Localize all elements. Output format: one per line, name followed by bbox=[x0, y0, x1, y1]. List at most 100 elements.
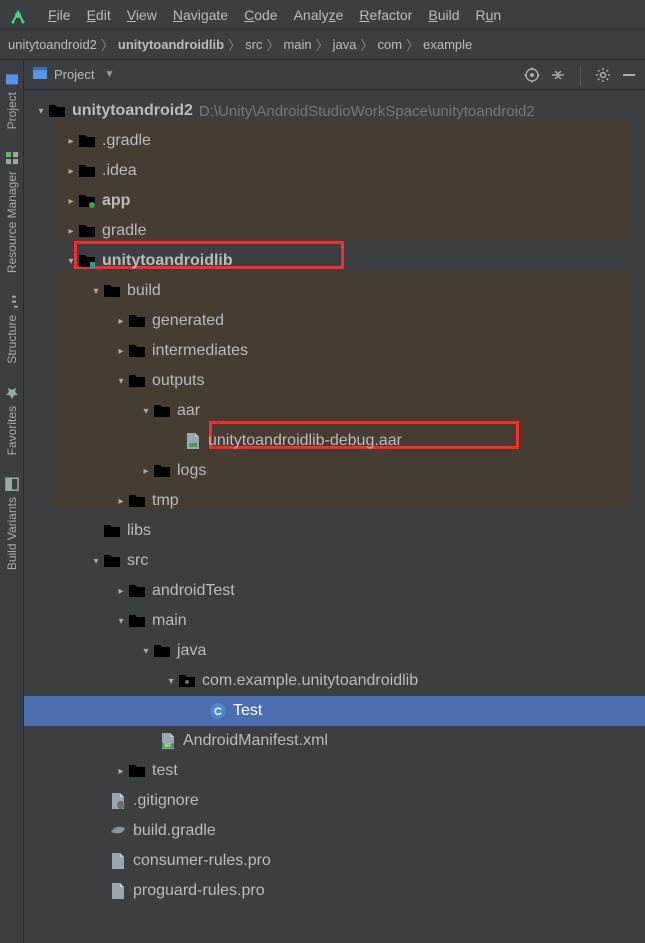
tree-root[interactable]: ▾ unitytoandroid2 D:\Unity\AndroidStudio… bbox=[24, 96, 645, 126]
chevron-down-icon[interactable]: ▾ bbox=[139, 406, 153, 417]
tree-item[interactable]: libs bbox=[24, 516, 645, 546]
chevron-right-icon[interactable]: ▸ bbox=[139, 466, 153, 477]
chevron-down-icon[interactable]: ▾ bbox=[34, 106, 48, 117]
chevron-right-icon[interactable]: ▸ bbox=[114, 346, 128, 357]
tree-item[interactable]: ▾unitytoandroidlib bbox=[24, 246, 645, 276]
menu-run[interactable]: Run bbox=[468, 7, 510, 23]
chevron-right-icon[interactable]: ▸ bbox=[64, 226, 78, 237]
chevron-down-icon[interactable]: ▾ bbox=[89, 556, 103, 567]
chevron-right-icon[interactable]: ▸ bbox=[114, 316, 128, 327]
chevron-right-icon[interactable]: ▸ bbox=[114, 496, 128, 507]
tree-file[interactable]: .gitignore bbox=[24, 786, 645, 816]
tree-item[interactable]: ▾com.example.unitytoandroidlib bbox=[24, 666, 645, 696]
tree-item[interactable]: ▸app bbox=[24, 186, 645, 216]
structure-icon bbox=[5, 295, 19, 309]
chevron-down-icon[interactable]: ▾ bbox=[114, 616, 128, 627]
crumb[interactable]: main bbox=[281, 37, 313, 52]
tree-file[interactable]: MFAndroidManifest.xml bbox=[24, 726, 645, 756]
project-icon bbox=[32, 65, 48, 84]
build-variants-icon bbox=[5, 477, 19, 491]
menu-refactor[interactable]: Refactor bbox=[351, 7, 420, 23]
tree-file[interactable]: unitytoandroidlib-debug.aar bbox=[24, 426, 645, 456]
tree-file-selected[interactable]: CTest bbox=[24, 696, 645, 726]
gear-icon[interactable] bbox=[595, 67, 611, 83]
package-icon bbox=[178, 672, 196, 690]
tree-item[interactable]: ▾outputs bbox=[24, 366, 645, 396]
tree-file[interactable]: consumer-rules.pro bbox=[24, 846, 645, 876]
hide-icon[interactable] bbox=[621, 67, 637, 83]
tab-structure[interactable]: Structure bbox=[3, 287, 21, 372]
tree-file[interactable]: build.gradle bbox=[24, 816, 645, 846]
chevron-down-icon[interactable]: ▾ bbox=[164, 676, 178, 687]
folder-icon bbox=[103, 552, 121, 570]
folder-icon bbox=[128, 342, 146, 360]
tree-item[interactable]: ▸.idea bbox=[24, 156, 645, 186]
menu-view[interactable]: View bbox=[119, 7, 165, 23]
folder-icon bbox=[153, 402, 171, 420]
folder-icon bbox=[128, 762, 146, 780]
crumb[interactable]: unitytoandroidlib bbox=[116, 37, 226, 52]
file-icon bbox=[109, 852, 127, 870]
tab-build-variants[interactable]: Build Variants bbox=[3, 469, 21, 578]
crumb[interactable]: unitytoandroid2 bbox=[6, 37, 99, 52]
tree-item[interactable]: ▾build bbox=[24, 276, 645, 306]
chevron-down-icon[interactable]: ▾ bbox=[89, 286, 103, 297]
tree-item[interactable]: ▸gradle bbox=[24, 216, 645, 246]
tab-favorites[interactable]: Favorites bbox=[3, 378, 21, 463]
tree-item[interactable]: ▸tmp bbox=[24, 486, 645, 516]
tree-item[interactable]: ▾main bbox=[24, 606, 645, 636]
crumb[interactable]: com bbox=[376, 37, 405, 52]
gradle-file-icon bbox=[109, 822, 127, 840]
resource-manager-icon bbox=[5, 151, 19, 165]
menu-file[interactable]: File bbox=[40, 7, 79, 23]
collapse-all-icon[interactable] bbox=[550, 67, 566, 83]
crumb[interactable]: example bbox=[421, 37, 474, 52]
tab-resource-manager[interactable]: Resource Manager bbox=[3, 143, 21, 281]
project-icon bbox=[5, 72, 19, 86]
tree-item[interactable]: ▸.gradle bbox=[24, 126, 645, 156]
folder-icon bbox=[78, 222, 96, 240]
tab-project[interactable]: Project bbox=[3, 64, 21, 137]
crumb[interactable]: java bbox=[331, 37, 359, 52]
archive-file-icon bbox=[184, 432, 202, 450]
folder-icon bbox=[103, 522, 121, 540]
svg-text:C: C bbox=[214, 706, 222, 718]
chevron-right-icon[interactable]: ▸ bbox=[114, 766, 128, 777]
chevron-right-icon[interactable]: ▸ bbox=[64, 136, 78, 147]
star-icon bbox=[5, 386, 19, 400]
tree-item[interactable]: ▾java bbox=[24, 636, 645, 666]
tree-path: D:\Unity\AndroidStudioWorkSpace\unitytoa… bbox=[199, 103, 535, 120]
crumb[interactable]: src bbox=[243, 37, 264, 52]
menu-navigate[interactable]: Navigate bbox=[165, 7, 236, 23]
folder-icon bbox=[128, 582, 146, 600]
tree-item[interactable]: ▸intermediates bbox=[24, 336, 645, 366]
chevron-down-icon[interactable]: ▾ bbox=[64, 256, 78, 267]
menu-build[interactable]: Build bbox=[420, 7, 467, 23]
gitignore-file-icon bbox=[109, 792, 127, 810]
module-icon bbox=[78, 192, 96, 210]
chevron-down-icon[interactable]: ▾ bbox=[139, 646, 153, 657]
project-tree[interactable]: ▾ unitytoandroid2 D:\Unity\AndroidStudio… bbox=[24, 90, 645, 943]
tree-item[interactable]: ▸logs bbox=[24, 456, 645, 486]
menu-edit[interactable]: Edit bbox=[79, 7, 119, 23]
tree-file[interactable]: proguard-rules.pro bbox=[24, 876, 645, 906]
folder-icon bbox=[128, 312, 146, 330]
tree-item[interactable]: ▸generated bbox=[24, 306, 645, 336]
chevron-right-icon[interactable]: ▸ bbox=[64, 166, 78, 177]
chevron-right-icon[interactable]: ▸ bbox=[64, 196, 78, 207]
folder-icon bbox=[78, 132, 96, 150]
tree-item[interactable]: ▸androidTest bbox=[24, 576, 645, 606]
locate-icon[interactable] bbox=[524, 67, 540, 83]
manifest-file-icon: MF bbox=[159, 732, 177, 750]
folder-icon bbox=[128, 372, 146, 390]
menu-analyze[interactable]: Analyze bbox=[286, 7, 352, 23]
chevron-down-icon: ▼ bbox=[104, 69, 114, 80]
breadcrumb: unitytoandroid2〉 unitytoandroidlib〉 src〉… bbox=[0, 30, 645, 60]
chevron-right-icon[interactable]: ▸ bbox=[114, 586, 128, 597]
tree-item[interactable]: ▾src bbox=[24, 546, 645, 576]
chevron-down-icon[interactable]: ▾ bbox=[114, 376, 128, 387]
tree-item[interactable]: ▸test bbox=[24, 756, 645, 786]
menu-code[interactable]: Code bbox=[236, 7, 285, 23]
project-view-selector[interactable]: Project ▼ bbox=[32, 65, 114, 84]
tree-item[interactable]: ▾aar bbox=[24, 396, 645, 426]
